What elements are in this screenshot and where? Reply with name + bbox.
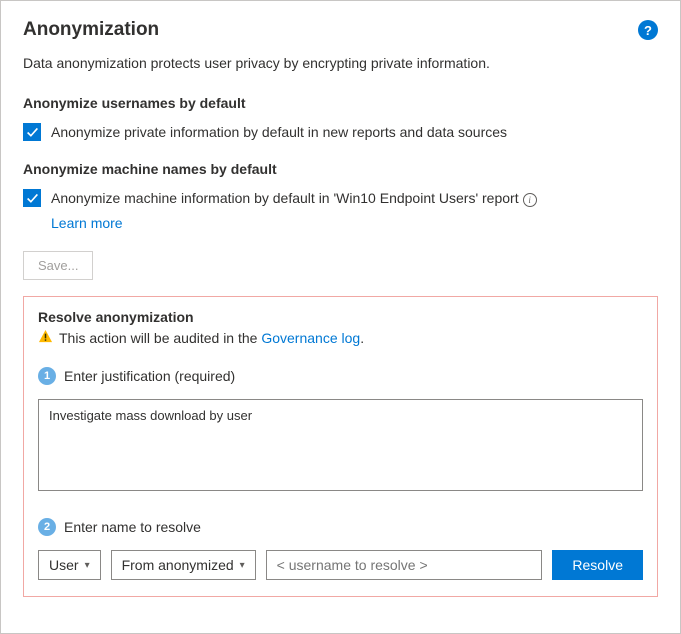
chevron-down-icon: ▾ (240, 560, 245, 571)
username-resolve-input[interactable] (266, 550, 543, 580)
step-1-label: Enter justification (required) (64, 368, 235, 384)
entity-type-dropdown[interactable]: User ▾ (38, 550, 101, 580)
anonymize-usernames-label: Anonymize private information by default… (51, 124, 507, 140)
justification-input[interactable] (38, 399, 643, 491)
anonymize-usernames-checkbox[interactable] (23, 123, 41, 141)
chevron-down-icon: ▾ (85, 560, 90, 571)
checkmark-icon (26, 126, 39, 139)
resolve-anonymization-panel: Resolve anonymization This action will b… (23, 296, 658, 597)
step-2-label: Enter name to resolve (64, 519, 201, 535)
save-button[interactable]: Save... (23, 251, 93, 280)
section-machines-title: Anonymize machine names by default (23, 161, 658, 177)
learn-more-link[interactable]: Learn more (51, 215, 658, 231)
step-1-badge: 1 (38, 367, 56, 385)
info-icon[interactable]: i (523, 193, 537, 207)
checkmark-icon (26, 192, 39, 205)
page-title: Anonymization (23, 19, 159, 41)
anonymize-machines-label: Anonymize machine information by default… (51, 190, 537, 207)
anonymize-machines-checkbox[interactable] (23, 189, 41, 207)
resolve-button[interactable]: Resolve (552, 550, 643, 580)
warning-icon (38, 329, 53, 347)
resolve-direction-dropdown[interactable]: From anonymized ▾ (111, 550, 256, 580)
step-2-badge: 2 (38, 518, 56, 536)
section-usernames-title: Anonymize usernames by default (23, 95, 658, 111)
help-icon[interactable]: ? (638, 20, 658, 40)
audit-message: This action will be audited in the Gover… (59, 330, 364, 346)
governance-log-link[interactable]: Governance log (261, 330, 360, 346)
page-description: Data anonymization protects user privacy… (23, 55, 658, 71)
resolve-title: Resolve anonymization (38, 309, 643, 325)
